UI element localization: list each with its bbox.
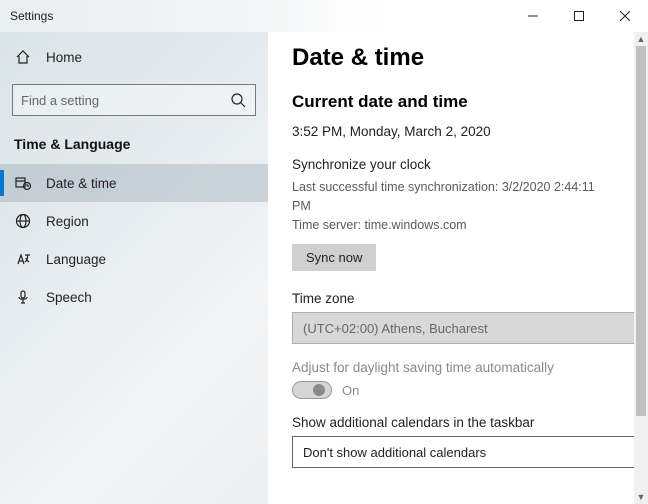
calendars-select[interactable]: Don't show additional calendars ▾ [292, 436, 634, 468]
window-controls [510, 0, 648, 32]
close-button[interactable] [602, 0, 648, 32]
calendar-clock-icon [14, 174, 32, 192]
nav-date-time[interactable]: Date & time [0, 164, 268, 202]
nav-language[interactable]: Language [0, 240, 268, 278]
current-datetime: 3:52 PM, Monday, March 2, 2020 [292, 124, 616, 139]
calendars-value: Don't show additional calendars [303, 445, 486, 460]
scrollbar[interactable]: ▲ ▼ [634, 32, 648, 504]
nav-item-label: Date & time [46, 176, 117, 191]
nav-item-label: Language [46, 252, 106, 267]
page-title: Date & time [292, 44, 616, 72]
sidebar: Home Time & Language Date & time Region … [0, 32, 268, 504]
home-icon [14, 48, 32, 66]
toggle-knob [313, 384, 325, 396]
sync-now-button[interactable]: Sync now [292, 244, 376, 271]
globe-icon [14, 212, 32, 230]
nav-item-label: Region [46, 214, 89, 229]
category-header: Time & Language [0, 130, 268, 164]
sync-heading: Synchronize your clock [292, 157, 616, 172]
window-title: Settings [10, 9, 53, 23]
sync-last: Last successful time synchronization: 3/… [292, 178, 616, 216]
timezone-select[interactable]: (UTC+02:00) Athens, Bucharest ▾ [292, 312, 634, 344]
scroll-track[interactable] [634, 46, 648, 490]
scroll-down-icon[interactable]: ▼ [634, 490, 648, 504]
current-heading: Current date and time [292, 92, 616, 112]
home-label: Home [46, 50, 82, 65]
search-input[interactable] [21, 93, 221, 108]
nav-speech[interactable]: Speech [0, 278, 268, 316]
calendars-label: Show additional calendars in the taskbar [292, 415, 616, 430]
home-nav[interactable]: Home [0, 40, 268, 74]
dst-label: Adjust for daylight saving time automati… [292, 360, 616, 375]
language-icon [14, 250, 32, 268]
nav-item-label: Speech [46, 290, 92, 305]
maximize-button[interactable] [556, 0, 602, 32]
nav-region[interactable]: Region [0, 202, 268, 240]
sync-info: Last successful time synchronization: 3/… [292, 178, 616, 234]
scroll-up-icon[interactable]: ▲ [634, 32, 648, 46]
microphone-icon [14, 288, 32, 306]
main-wrap: Date & time Current date and time 3:52 P… [268, 32, 648, 504]
main-panel: Date & time Current date and time 3:52 P… [268, 32, 634, 504]
timezone-label: Time zone [292, 291, 616, 306]
timezone-value: (UTC+02:00) Athens, Bucharest [303, 321, 488, 336]
search-box[interactable] [12, 84, 256, 116]
dst-state: On [342, 383, 359, 398]
titlebar: Settings [0, 0, 648, 32]
search-icon [229, 91, 247, 109]
sync-server: Time server: time.windows.com [292, 216, 616, 235]
content: Home Time & Language Date & time Region … [0, 32, 648, 504]
scroll-thumb[interactable] [636, 46, 646, 416]
dst-toggle-row: On [292, 381, 616, 399]
nav-list: Date & time Region Language Speech [0, 164, 268, 316]
minimize-button[interactable] [510, 0, 556, 32]
dst-toggle[interactable] [292, 381, 332, 399]
